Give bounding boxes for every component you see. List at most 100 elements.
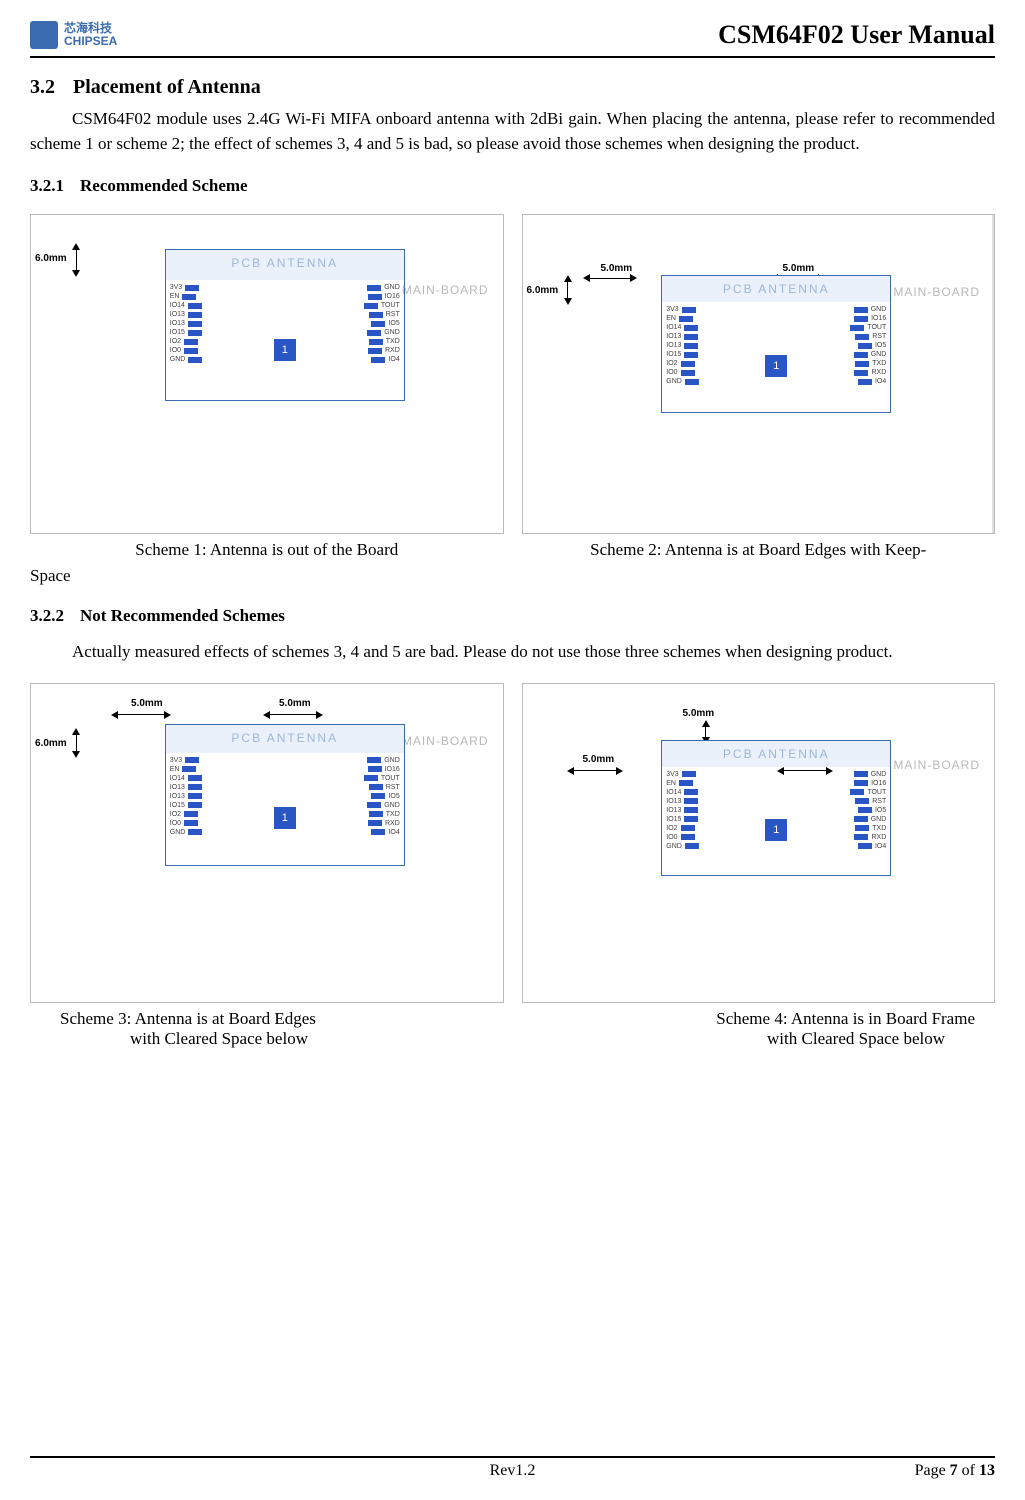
- pin-label: GND: [666, 843, 699, 850]
- pin-label: TOUT: [364, 775, 400, 782]
- subsection-heading-2: 3.2.2 Not Recommended Schemes: [30, 606, 995, 626]
- pin-label: EN: [666, 315, 699, 322]
- pcb-antenna-band-s3: PCB ANTENNA: [166, 725, 404, 753]
- pin-block-s1: 3V3ENIO14IO13IO13IO15IO2IO0GND 1 GNDIO16…: [166, 280, 404, 400]
- pin-label: IO14: [666, 789, 699, 796]
- pin-label: IO2: [170, 811, 203, 818]
- logo-line2: CHIPSEA: [64, 34, 117, 48]
- pin-label: IO16: [850, 780, 886, 787]
- main-board-label-s1: MAIN-BOARD: [402, 283, 489, 297]
- pin-label: RXD: [850, 834, 886, 841]
- pin-label: GND: [364, 802, 400, 809]
- pin-label: RXD: [364, 820, 400, 827]
- pin-label: IO13: [170, 793, 203, 800]
- caption-scheme-1: Scheme 1: Antenna is out of the Board: [30, 540, 504, 560]
- pin-label: IO15: [170, 802, 203, 809]
- section-heading: 3.2 Placement of Antenna: [30, 76, 995, 99]
- dim-6mm-s1: 6.0mm: [35, 253, 67, 264]
- section-number: 3.2: [30, 76, 55, 98]
- pin-label: RST: [850, 333, 886, 340]
- caption-row-2: Scheme 3: Antenna is at Board Edges with…: [30, 1009, 995, 1049]
- subsection-number: 3.2.1: [30, 176, 64, 195]
- pin-label: IO15: [170, 329, 203, 336]
- pin-label: GND: [170, 829, 203, 836]
- pin-label: IO14: [170, 302, 203, 309]
- chip-marker-s2: 1: [765, 355, 787, 377]
- pin-label: GND: [170, 356, 203, 363]
- subsection-title: Recommended Scheme: [80, 176, 248, 195]
- pin-label: EN: [170, 766, 203, 773]
- pin-label: IO13: [666, 342, 699, 349]
- figure-scheme-4: 5.0mm 5.0mm 5.0mm MAIN-BOARD PCB ANTENNA…: [522, 683, 996, 1003]
- pin-label: IO16: [364, 766, 400, 773]
- page-header: 芯海科技 CHIPSEA CSM64F02 User Manual: [30, 20, 995, 58]
- caption-scheme-3-l2: with Cleared Space below: [60, 1029, 308, 1048]
- pin-label: 3V3: [170, 284, 203, 291]
- document-title: CSM64F02 User Manual: [718, 20, 995, 50]
- pin-label: TOUT: [850, 324, 886, 331]
- chip-marker-s1: 1: [274, 339, 296, 361]
- subsection-title-2: Not Recommended Schemes: [80, 606, 285, 625]
- pin-label: IO4: [364, 356, 400, 363]
- pin-label: GND: [850, 306, 886, 313]
- pin-label: IO13: [170, 311, 203, 318]
- pin-label: IO13: [170, 320, 203, 327]
- caption-row-1: Scheme 1: Antenna is out of the Board Sc…: [30, 540, 995, 560]
- pin-block-s2: 3V3ENIO14IO13IO13IO15IO2IO0GND 1 GNDIO16…: [662, 302, 890, 412]
- pin-label: RXD: [850, 369, 886, 376]
- revision-label: Rev1.2: [490, 1462, 536, 1480]
- pin-label: IO4: [850, 843, 886, 850]
- pin-label: IO13: [666, 807, 699, 814]
- pcb-antenna-band-s4: PCB ANTENNA: [662, 741, 890, 767]
- pin-label: IO2: [170, 338, 203, 345]
- figure-scheme-3: 6.0mm 5.0mm 5.0mm MAIN-BOARD PCB ANTENNA…: [30, 683, 504, 1003]
- pin-label: IO2: [666, 360, 699, 367]
- pin-label: GND: [666, 378, 699, 385]
- pin-label: IO14: [666, 324, 699, 331]
- pin-label: IO0: [170, 347, 203, 354]
- pin-label: GND: [364, 329, 400, 336]
- pin-label: TOUT: [364, 302, 400, 309]
- section-title: Placement of Antenna: [73, 76, 261, 98]
- section-paragraph: CSM64F02 module uses 2.4G Wi-Fi MIFA onb…: [30, 107, 995, 156]
- logo-line1: 芯海科技: [64, 21, 112, 35]
- chip-marker-s4: 1: [765, 819, 787, 841]
- pin-label: IO16: [364, 293, 400, 300]
- pin-label: IO13: [666, 798, 699, 805]
- subsection-heading: 3.2.1 Recommended Scheme: [30, 176, 995, 196]
- chip-icon: [30, 21, 58, 49]
- pin-label: GND: [850, 816, 886, 823]
- main-board-label-s4: MAIN-BOARD: [893, 758, 980, 772]
- pin-label: IO13: [170, 784, 203, 791]
- pin-label: IO14: [170, 775, 203, 782]
- main-board-label-s2: MAIN-BOARD: [893, 285, 980, 299]
- chip-marker-s3: 1: [274, 807, 296, 829]
- pin-label: IO0: [170, 820, 203, 827]
- brand-logo: 芯海科技 CHIPSEA: [30, 21, 117, 49]
- caption-scheme-2-trail: Space: [30, 566, 995, 586]
- main-board-label-s3: MAIN-BOARD: [402, 734, 489, 748]
- pin-label: TXD: [850, 825, 886, 832]
- pin-label: IO5: [364, 793, 400, 800]
- pin-label: IO0: [666, 369, 699, 376]
- pin-block-s4: 3V3ENIO14IO13IO13IO15IO2IO0GND 1 GNDIO16…: [662, 767, 890, 875]
- pin-label: TOUT: [850, 789, 886, 796]
- pin-label: GND: [364, 284, 400, 291]
- caption-scheme-2: Scheme 2: Antenna is at Board Edges with…: [522, 540, 996, 560]
- pin-label: EN: [666, 780, 699, 787]
- subsection-2-paragraph: Actually measured effects of schemes 3, …: [72, 640, 995, 665]
- dim-5mm-s4top: 5.0mm: [683, 708, 715, 719]
- pin-label: IO4: [850, 378, 886, 385]
- pin-label: IO4: [364, 829, 400, 836]
- pin-label: 3V3: [170, 757, 203, 764]
- pcb-antenna-band-s2: PCB ANTENNA: [662, 276, 890, 302]
- figure-row-not-recommended: 6.0mm 5.0mm 5.0mm MAIN-BOARD PCB ANTENNA…: [30, 683, 995, 1003]
- pin-label: IO5: [850, 807, 886, 814]
- pin-label: IO16: [850, 315, 886, 322]
- dim-6mm-s3: 6.0mm: [35, 738, 67, 749]
- dim-6mm-s2: 6.0mm: [527, 285, 559, 296]
- pin-label: IO0: [666, 834, 699, 841]
- caption-scheme-4-l1: Scheme 4: Antenna is in Board Frame: [716, 1009, 975, 1028]
- figure-scheme-1: 6.0mm MAIN-BOARD PCB ANTENNA 3V3ENIO14IO…: [30, 214, 504, 534]
- caption-scheme-4-l2: with Cleared Space below: [767, 1029, 975, 1048]
